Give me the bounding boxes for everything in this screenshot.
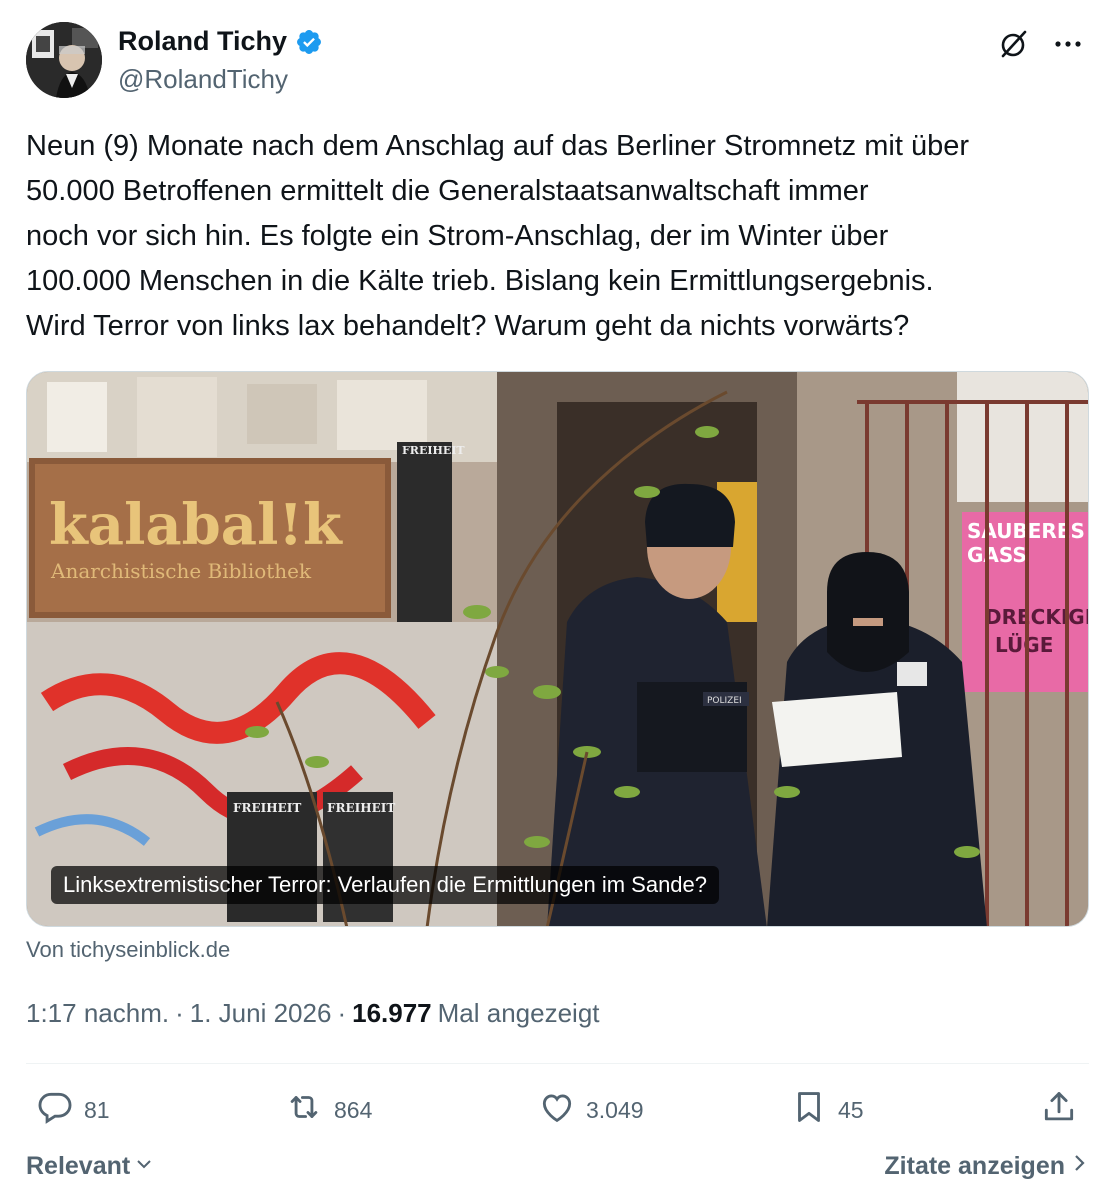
sort-dropdown[interactable]: Relevant: [26, 1152, 154, 1181]
author-handle[interactable]: @RolandTichy: [118, 64, 288, 95]
like-button[interactable]: 3.049: [538, 1086, 644, 1134]
like-count: 3.049: [586, 1096, 644, 1123]
more-icon[interactable]: [1050, 26, 1086, 62]
like-icon: [538, 1088, 576, 1132]
sign-main-text: kalabal!k: [49, 492, 343, 558]
divider: [26, 1063, 1089, 1064]
verified-badge-icon: [295, 28, 323, 56]
reply-icon: [36, 1088, 74, 1132]
sort-label: Relevant: [26, 1152, 131, 1180]
repost-button[interactable]: 864: [284, 1086, 372, 1134]
meta-separator-2: ·: [337, 998, 347, 1028]
link-card[interactable]: kalabal!k Anarchistische Bibliothek FREI…: [26, 371, 1089, 927]
poster-top-text: FREIHEIT: [402, 444, 465, 457]
tweet-time[interactable]: 1:17 nachm.: [26, 998, 169, 1029]
card-source[interactable]: Von tichyseinblick.de: [26, 937, 230, 963]
reply-count: 81: [84, 1096, 110, 1123]
avatar[interactable]: [26, 22, 102, 98]
repost-count: 864: [334, 1096, 373, 1123]
pink-poster-line2: GASS: [967, 543, 1027, 567]
view-count: 16.977: [352, 998, 432, 1028]
quotes-label: Zitate anzeigen: [884, 1152, 1065, 1180]
author-name-row: Roland Tichy: [118, 26, 323, 57]
share-button[interactable]: [1040, 1086, 1078, 1134]
vest-label-text: POLIZEI: [707, 696, 742, 706]
card-caption: Linksextremistischer Terror: Verlaufen d…: [51, 866, 720, 904]
reply-button[interactable]: 81: [36, 1086, 110, 1134]
quotes-link[interactable]: Zitate anzeigen: [884, 1152, 1089, 1181]
sign-sub-text: Anarchistische Bibliothek: [50, 559, 312, 583]
pink-poster-line4: LÜGE: [995, 633, 1053, 657]
chevron-right-icon: [1071, 1152, 1089, 1181]
pink-poster-line3: DRECKIGE: [985, 605, 1089, 629]
action-bar: 81 864 3.049 45: [26, 1086, 1089, 1134]
view-label: Mal angezeigt: [437, 998, 600, 1028]
tweet-date[interactable]: 1. Juni 2026: [190, 998, 332, 1029]
card-image: kalabal!k Anarchistische Bibliothek FREI…: [27, 372, 1089, 926]
share-icon: [1040, 1088, 1078, 1132]
chevron-down-icon: [134, 1152, 154, 1181]
author-name[interactable]: Roland Tichy: [118, 26, 287, 57]
repost-icon: [284, 1088, 324, 1132]
tweet-meta: 1:17 nachm. · 1. Juni 2026 · 16.977 Mal …: [26, 998, 600, 1029]
bookmark-icon: [790, 1088, 828, 1132]
bookmark-button[interactable]: 45: [790, 1086, 864, 1134]
poster-bottom-left-text: FREIHEIT: [233, 801, 301, 815]
bookmark-count: 45: [838, 1096, 864, 1123]
meta-separator: ·: [175, 998, 184, 1028]
poster-bottom-right-text: FREIHEIT: [327, 801, 395, 815]
tweet-header: Roland Tichy @RolandTichy: [26, 22, 1090, 100]
tweet-text: Neun (9) Monate nach dem Anschlag auf da…: [26, 130, 969, 342]
grok-icon[interactable]: [996, 26, 1032, 62]
